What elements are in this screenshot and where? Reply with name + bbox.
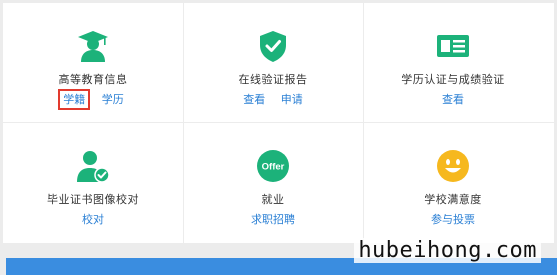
card-online-verification-report: 在线验证报告 查看 申请 xyxy=(183,3,363,121)
card-links: 学籍 学历 xyxy=(3,89,183,110)
card-links: 校对 xyxy=(3,211,183,227)
student-status-link[interactable]: 学籍 xyxy=(58,89,91,110)
view-link[interactable]: 查看 xyxy=(442,93,464,106)
id-card-icon xyxy=(437,35,469,57)
job-recruitment-link[interactable]: 求职招聘 xyxy=(251,213,295,226)
user-verified-icon xyxy=(77,151,110,183)
proofread-link[interactable]: 校对 xyxy=(82,213,104,226)
smiley-icon xyxy=(437,150,469,182)
card-title: 高等教育信息 xyxy=(58,73,128,86)
card-degree-certification: 学历认证与成绩验证 查看 xyxy=(363,3,543,121)
watermark: hubeihong.com xyxy=(354,238,541,263)
card-links: 查看 xyxy=(363,91,543,107)
card-title: 学历认证与成绩验证 xyxy=(401,73,505,86)
card-title: 毕业证书图像校对 xyxy=(47,193,139,206)
vote-link[interactable]: 参与投票 xyxy=(431,213,475,226)
card-title: 在线验证报告 xyxy=(238,73,308,86)
card-higher-education-info: 高等教育信息 学籍 学历 xyxy=(3,3,183,121)
card-links: 查看 申请 xyxy=(183,91,363,107)
view-link[interactable]: 查看 xyxy=(243,93,265,106)
offer-badge-text: Offer xyxy=(262,162,285,173)
card-title: 就业 xyxy=(261,193,285,206)
card-school-satisfaction: 学校满意度 参与投票 xyxy=(363,123,543,241)
offer-icon: Offer xyxy=(257,150,289,182)
card-links: 参与投票 xyxy=(363,211,543,227)
card-employment: Offer 就业 求职招聘 xyxy=(183,123,363,241)
card-title: 学校满意度 xyxy=(424,193,482,206)
degree-link[interactable]: 学历 xyxy=(102,93,124,106)
shield-check-icon xyxy=(260,31,286,62)
card-certificate-image-proofread: 毕业证书图像校对 校对 xyxy=(3,123,183,241)
card-links: 求职招聘 xyxy=(183,211,363,227)
apply-link[interactable]: 申请 xyxy=(281,93,303,106)
graduate-icon xyxy=(78,31,108,62)
